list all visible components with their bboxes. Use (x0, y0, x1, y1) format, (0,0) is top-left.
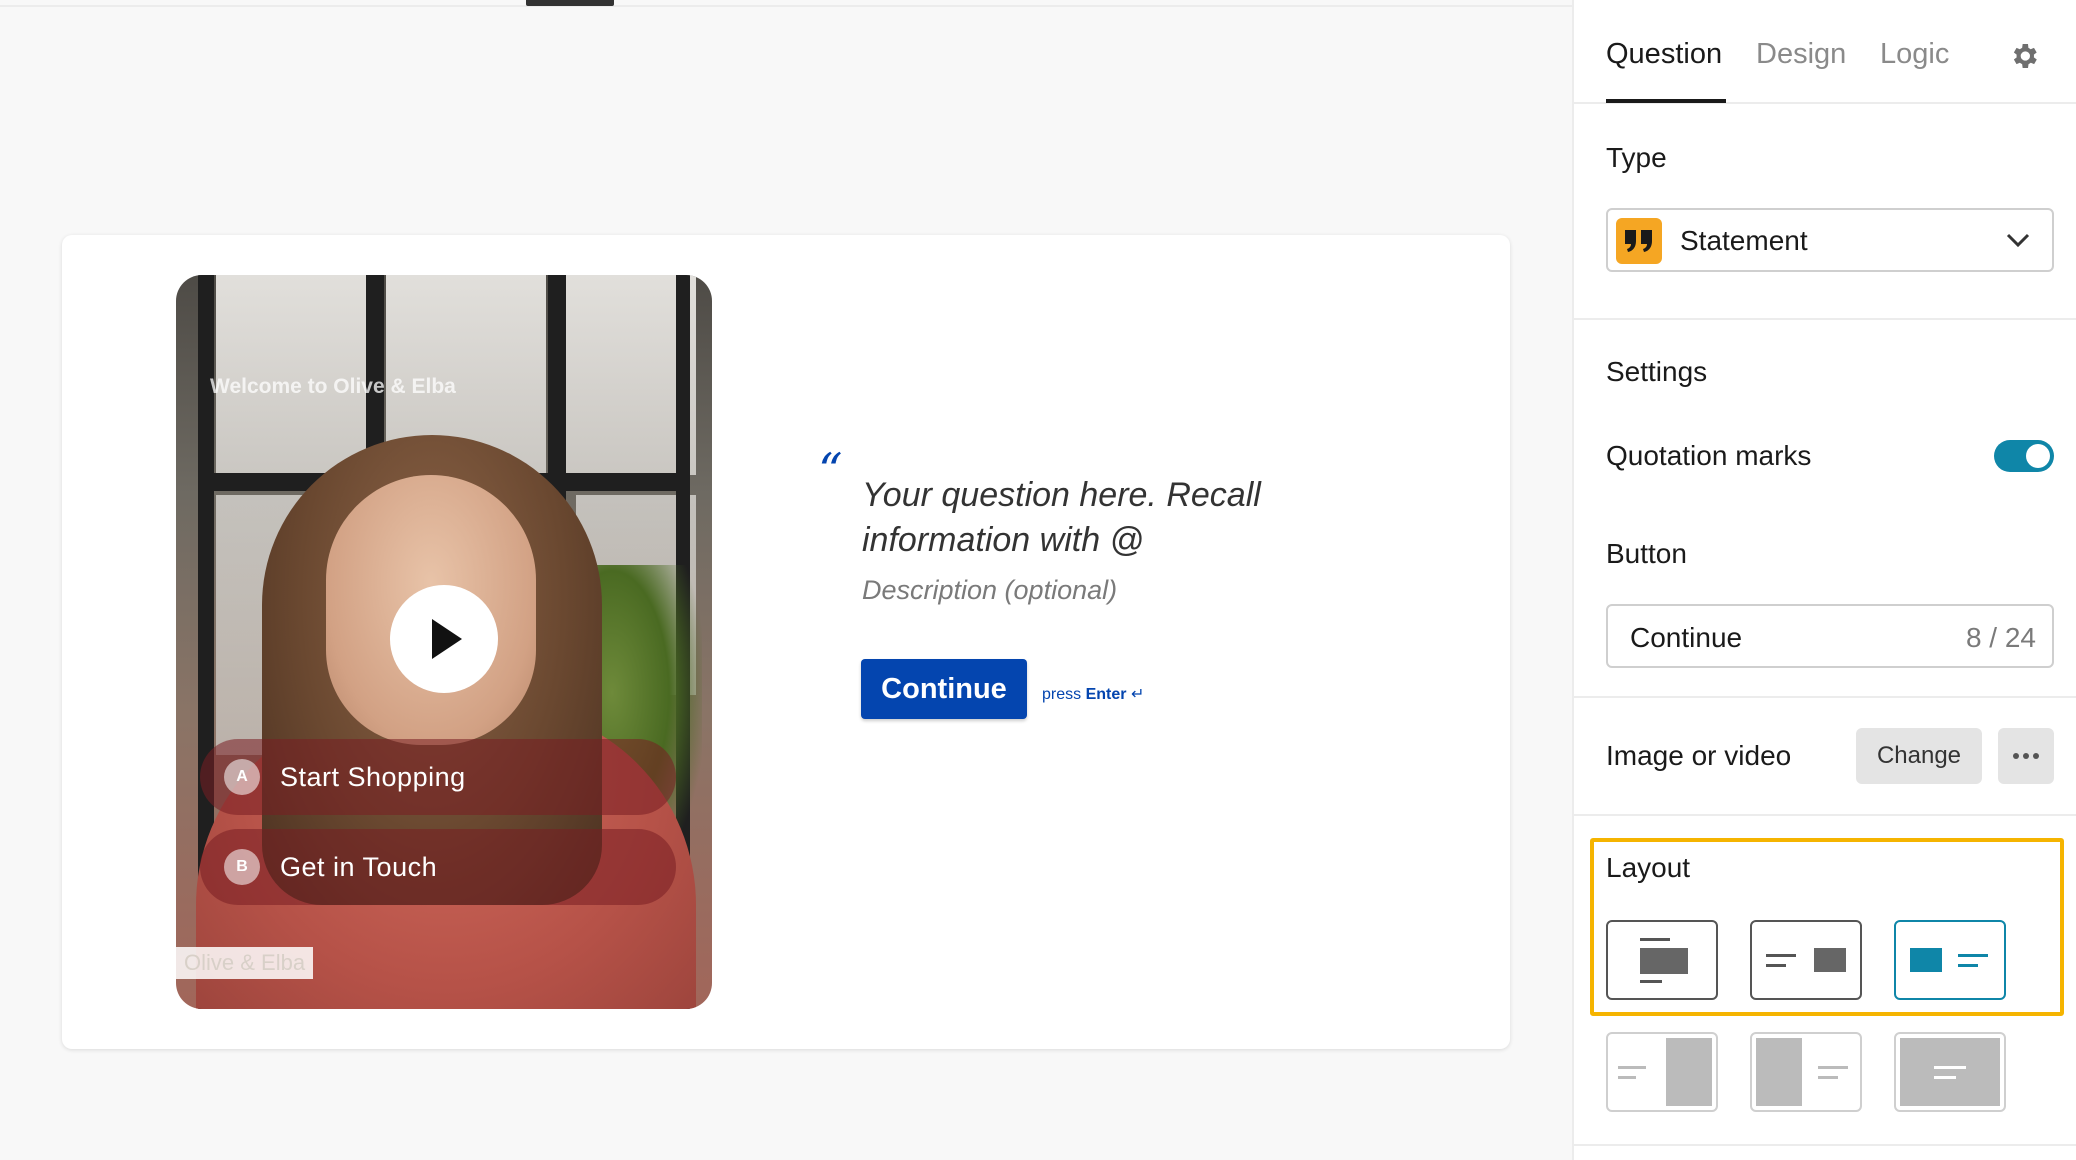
video-preview[interactable]: Welcome to Olive & Elba A Start Shopping… (176, 275, 712, 1009)
press-key: Enter (1085, 686, 1127, 703)
layout-option-text-above-media[interactable] (1606, 920, 1718, 1000)
layout-media-full-background-icon (1900, 1038, 2000, 1106)
active-tab-underline (1606, 99, 1726, 103)
dot (2033, 753, 2039, 759)
builder-screen: Welcome to Olive & Elba A Start Shopping… (0, 0, 2076, 1160)
section-divider (1574, 814, 2076, 816)
section-divider (1574, 696, 2076, 698)
question-settings-panel: Question Design Logic Type Statement Set… (1572, 0, 2076, 1160)
quote-icon (1616, 218, 1662, 264)
layout-option-text-left-media-split[interactable] (1606, 1032, 1718, 1112)
choice-label: Start Shopping (280, 761, 466, 792)
brand-watermark: Olive & Elba (176, 947, 314, 979)
video-choice-a: A Start Shopping (200, 739, 676, 815)
continue-button[interactable]: Continue (861, 659, 1027, 719)
question-text[interactable]: Your question here. Recall information w… (862, 473, 1422, 563)
video-choice-b: B Get in Touch (200, 829, 676, 905)
type-value: Statement (1680, 225, 1808, 256)
button-label: Button (1606, 538, 1687, 569)
quote-mark-icon: “ (818, 443, 843, 499)
layout-text-left-media-right-icon (1766, 948, 1846, 972)
layout-media-left-split-icon (1756, 1038, 1848, 1106)
layout-media-left-text-right-icon (1910, 948, 1988, 972)
question-description[interactable]: Description (optional) (862, 575, 1117, 606)
video-overlay-title: Welcome to Olive & Elba (210, 375, 456, 398)
layout-text-left-media-split-icon (1618, 1038, 1712, 1106)
layout-option-media-left-text-right[interactable] (1894, 920, 2006, 1000)
top-tab-indicator (526, 0, 614, 6)
toggle-knob (2026, 444, 2050, 468)
layout-option-media-left-split[interactable] (1750, 1032, 1862, 1112)
chevron-down-icon (2006, 233, 2030, 248)
quotation-marks-toggle[interactable] (1994, 440, 2054, 472)
change-media-button[interactable]: Change (1856, 728, 1982, 784)
dot (2013, 753, 2019, 759)
tab-question[interactable]: Question (1606, 38, 1722, 71)
play-icon (432, 619, 462, 659)
layout-option-media-full-background[interactable] (1894, 1032, 2006, 1112)
settings-label: Settings (1606, 356, 1708, 387)
tab-logic[interactable]: Logic (1880, 38, 1949, 71)
layout-text-above-media-icon (1640, 938, 1688, 983)
enter-icon: ↵ (1130, 686, 1145, 703)
button-text-input[interactable]: Continue 8 / 24 (1606, 604, 2054, 668)
type-label: Type (1606, 142, 1667, 173)
quotation-marks-label: Quotation marks (1606, 440, 1812, 471)
press-prefix: press (1042, 686, 1086, 703)
choice-key: A (224, 759, 260, 795)
panel-tabs: Question Design Logic (1574, 0, 2076, 104)
gear-icon[interactable] (2008, 40, 2040, 72)
choice-key: B (224, 849, 260, 885)
question-preview-card[interactable]: Welcome to Olive & Elba A Start Shopping… (62, 235, 1510, 1049)
quote-glyph (1625, 230, 1652, 252)
section-divider (1574, 318, 2076, 320)
dot (2023, 753, 2029, 759)
image-or-video-label: Image or video (1606, 740, 1792, 771)
layout-label: Layout (1606, 852, 1691, 883)
top-bar-border (0, 0, 1572, 7)
button-text-value: Continue (1630, 622, 1743, 653)
more-options-button[interactable] (1998, 728, 2054, 784)
section-divider (1574, 1144, 2076, 1146)
tab-design[interactable]: Design (1756, 38, 1846, 71)
play-button[interactable] (390, 585, 498, 693)
choice-label: Get in Touch (280, 851, 438, 882)
character-count: 8 / 24 (1965, 622, 2036, 653)
type-select[interactable]: Statement (1606, 208, 2054, 272)
layout-option-text-left-media-right[interactable] (1750, 920, 1862, 1000)
press-enter-hint: press Enter ↵ (1042, 684, 1144, 704)
